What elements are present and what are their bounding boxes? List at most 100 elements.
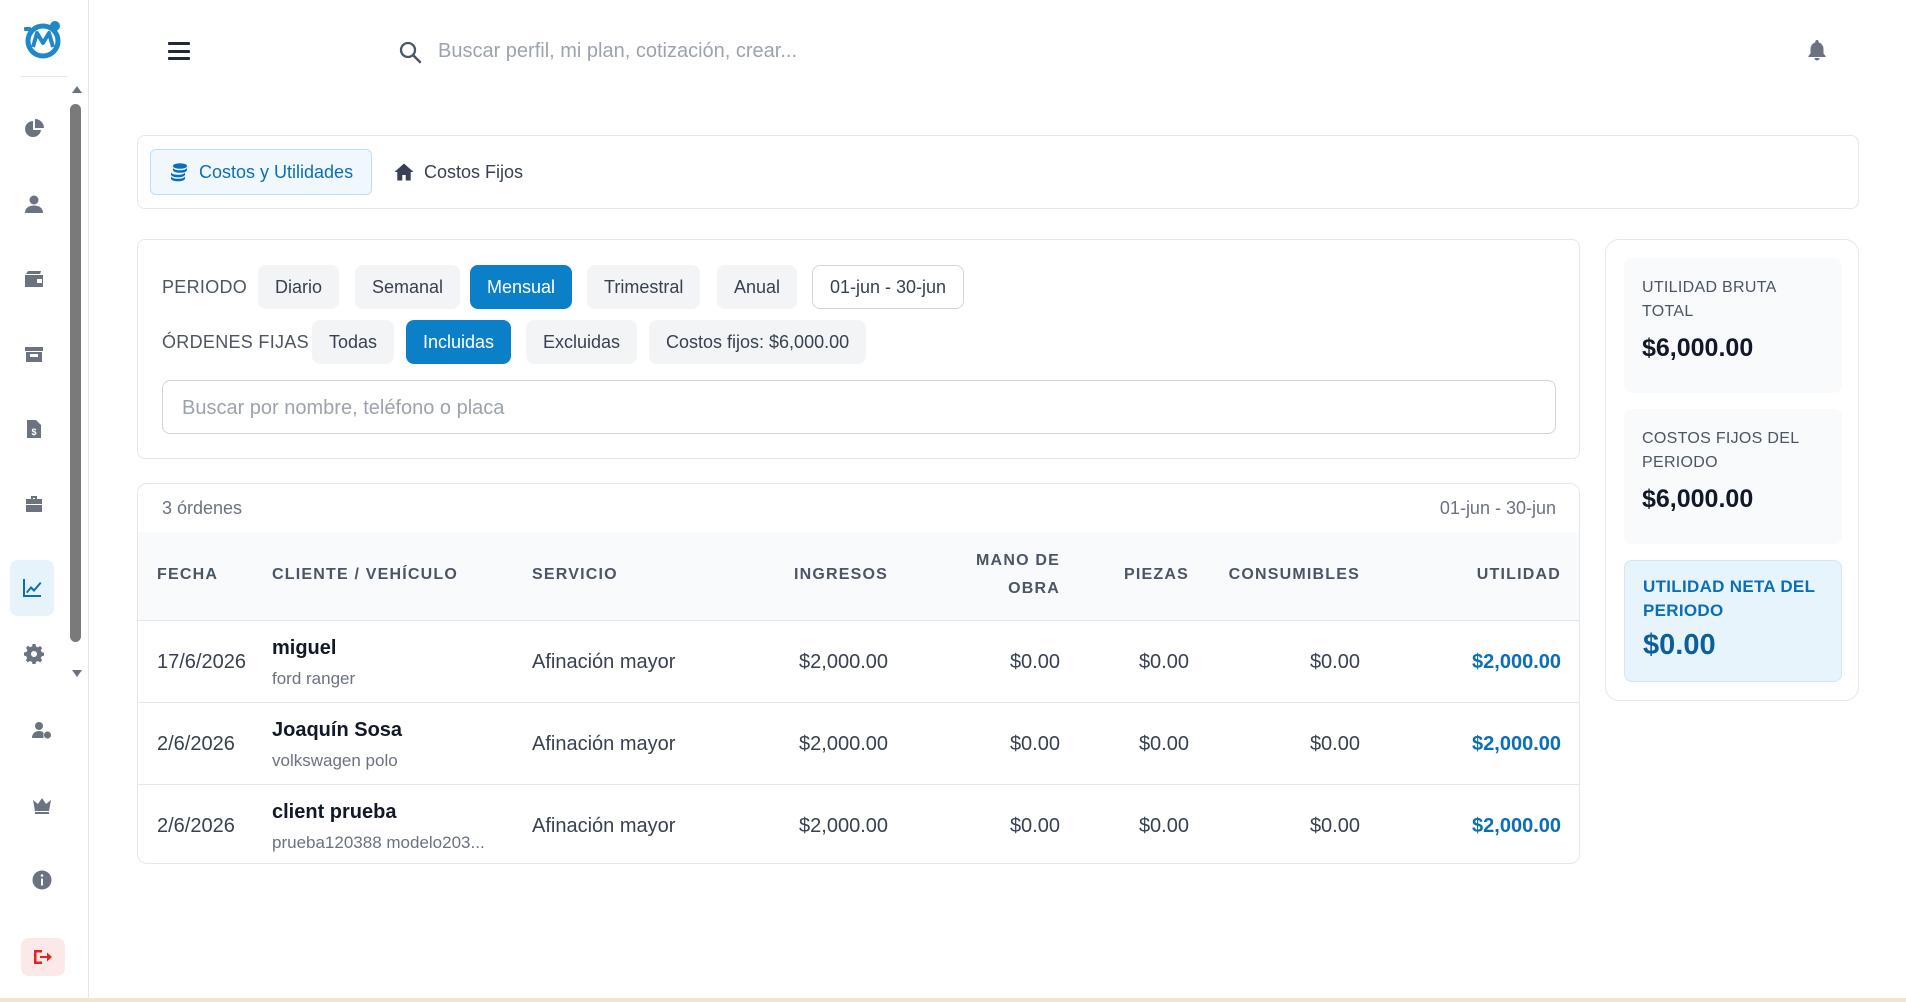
fixed-costs-badge: Costos fijos: $6,000.00 xyxy=(649,320,867,364)
header-mano-obra-line1: MANO DE xyxy=(976,552,1060,569)
gross-profit-stat: UTILIDAD BRUTA TOTAL $6,000.00 xyxy=(1624,258,1842,393)
net-profit-value: $0.00 xyxy=(1643,629,1716,661)
cell-piezas: $0.00 xyxy=(1138,733,1189,755)
home-icon xyxy=(394,163,414,181)
cell-cliente: miguel xyxy=(272,637,337,659)
net-profit-stat: UTILIDAD NETA DEL PERIODO $0.00 xyxy=(1624,560,1842,682)
cell-fecha: 2/6/2026 xyxy=(157,733,235,755)
table-header: FECHA CLIENTE / VEHÍCULO SERVICIO INGRES… xyxy=(138,532,1579,620)
table-row[interactable]: 2/6/2026 client prueba prueba120388 mode… xyxy=(138,784,1579,863)
logo-divider xyxy=(20,76,68,77)
sidebar: $ xyxy=(0,0,89,1002)
menu-toggle-button[interactable] xyxy=(168,42,190,60)
global-search-input[interactable]: Buscar perfil, mi plan, cotización, crea… xyxy=(438,40,797,63)
orders-count: 3 órdenes xyxy=(162,498,243,518)
tab-costos-utilidades-label: Costos y Utilidades xyxy=(199,161,354,182)
app-logo[interactable] xyxy=(21,17,65,61)
sidebar-item-briefcase[interactable] xyxy=(16,486,52,522)
fixed-costs-value: $6,000.00 xyxy=(1642,485,1754,513)
cell-consumibles: $0.00 xyxy=(1309,815,1360,837)
orders-search-placeholder: Buscar por nombre, teléfono o placa xyxy=(182,397,505,419)
cell-fecha: 17/6/2026 xyxy=(157,651,246,673)
cell-utilidad: $2,000.00 xyxy=(1472,815,1561,837)
cell-mano-obra: $0.00 xyxy=(1009,651,1060,673)
logout-button[interactable] xyxy=(21,938,65,976)
fixed-costs-label: COSTOS FIJOS DEL PERIODO xyxy=(1642,430,1799,471)
sidebar-item-users-settings[interactable] xyxy=(24,712,60,748)
fixed-orders-excluded-button[interactable]: Excluidas xyxy=(526,320,638,364)
sidebar-item-invoice[interactable]: $ xyxy=(16,411,52,447)
sidebar-item-plan[interactable] xyxy=(24,787,60,823)
page-bottom-border xyxy=(0,998,1906,1002)
date-range-picker[interactable]: 01-jun - 30-jun xyxy=(812,265,965,309)
cell-consumibles: $0.00 xyxy=(1309,651,1360,673)
sidebar-item-store[interactable] xyxy=(16,336,52,372)
tab-costos-fijos-label: Costos Fijos xyxy=(424,161,524,182)
bell-icon[interactable] xyxy=(1805,38,1829,62)
period-quarterly-button[interactable]: Trimestral xyxy=(587,265,701,309)
cell-cliente: client prueba xyxy=(272,801,397,823)
scroll-thumb[interactable] xyxy=(70,104,81,642)
sidebar-item-dashboard[interactable] xyxy=(16,111,52,147)
sidebar-item-info[interactable] xyxy=(24,862,60,898)
tab-costos-utilidades[interactable]: Costos y Utilidades xyxy=(150,149,373,195)
header-fecha: FECHA xyxy=(157,566,219,583)
scroll-down-arrow[interactable] xyxy=(72,670,82,677)
summary-panel: UTILIDAD BRUTA TOTAL $6,000.00 COSTOS FI… xyxy=(1605,239,1859,701)
cell-consumibles: $0.00 xyxy=(1309,733,1360,755)
gear-icon xyxy=(24,644,44,664)
fixed-costs-stat: COSTOS FIJOS DEL PERIODO $6,000.00 xyxy=(1624,409,1842,544)
cell-fecha: 2/6/2026 xyxy=(157,815,235,837)
search-icon xyxy=(399,41,422,64)
briefcase-icon xyxy=(26,496,42,512)
store-icon xyxy=(25,347,43,362)
cell-mano-obra: $0.00 xyxy=(1009,733,1060,755)
header-ingresos: INGRESOS xyxy=(793,566,888,583)
gross-profit-value: $6,000.00 xyxy=(1642,334,1754,362)
sidebar-item-user[interactable] xyxy=(16,186,52,222)
sidebar-item-wallet[interactable] xyxy=(16,261,52,297)
invoice-icon: $ xyxy=(27,420,41,438)
fixed-orders-label: ÓRDENES FIJAS xyxy=(162,332,309,352)
cell-utilidad: $2,000.00 xyxy=(1472,733,1561,755)
user-icon xyxy=(25,195,43,213)
header-consumibles: CONSUMIBLES xyxy=(1228,566,1360,583)
section-tabs: Costos y Utilidades Costos Fijos xyxy=(137,135,1859,209)
fixed-orders-all-button[interactable]: Todas xyxy=(312,320,395,364)
cell-ingresos: $2,000.00 xyxy=(799,815,888,837)
chart-line-icon xyxy=(23,579,42,597)
period-monthly-button[interactable]: Mensual xyxy=(470,265,573,309)
sidebar-scrollbar[interactable] xyxy=(69,82,83,682)
net-profit-label: UTILIDAD NETA DEL PERIODO xyxy=(1643,577,1815,620)
sidebar-item-settings[interactable] xyxy=(16,636,52,672)
cell-servicio: Afinación mayor xyxy=(532,733,676,755)
table-row[interactable]: 2/6/2026 Joaquín Sosa volkswagen polo Af… xyxy=(138,702,1579,784)
cell-piezas: $0.00 xyxy=(1138,651,1189,673)
cell-servicio: Afinación mayor xyxy=(532,651,676,673)
cell-utilidad: $2,000.00 xyxy=(1472,651,1561,673)
cell-vehiculo: prueba120388 modelo203... xyxy=(272,833,485,852)
wallet-icon xyxy=(25,271,43,287)
coins-icon xyxy=(171,163,187,182)
gross-profit-label: UTILIDAD BRUTA TOTAL xyxy=(1642,279,1776,320)
orders-table: 3 órdenes 01-jun - 30-jun FECHA CLIENTE … xyxy=(137,483,1580,864)
cell-servicio: Afinación mayor xyxy=(532,815,676,837)
header-mano-obra-line2: OBRA xyxy=(1008,580,1060,597)
period-weekly-button[interactable]: Semanal xyxy=(355,265,461,309)
scroll-up-arrow[interactable] xyxy=(72,86,82,93)
svg-text:$: $ xyxy=(31,427,36,437)
period-annual-button[interactable]: Anual xyxy=(717,265,798,309)
users-cog-icon xyxy=(32,722,51,739)
info-icon xyxy=(32,870,52,890)
header-utilidad: UTILIDAD xyxy=(1476,566,1561,583)
period-daily-button[interactable]: Diario xyxy=(258,265,340,309)
orders-search-input[interactable]: Buscar por nombre, teléfono o placa xyxy=(162,380,1556,434)
tab-costos-fijos[interactable]: Costos Fijos xyxy=(376,149,541,195)
table-row[interactable]: 17/6/2026 miguel ford ranger Afinación m… xyxy=(138,620,1579,702)
logout-icon xyxy=(34,950,52,964)
dashboard-pie-icon xyxy=(25,119,44,137)
header-servicio: SERVICIO xyxy=(532,566,618,583)
sidebar-item-costs[interactable] xyxy=(10,560,54,616)
fixed-orders-included-button[interactable]: Incluidas xyxy=(406,320,512,364)
header-cliente: CLIENTE / VEHÍCULO xyxy=(272,566,459,583)
